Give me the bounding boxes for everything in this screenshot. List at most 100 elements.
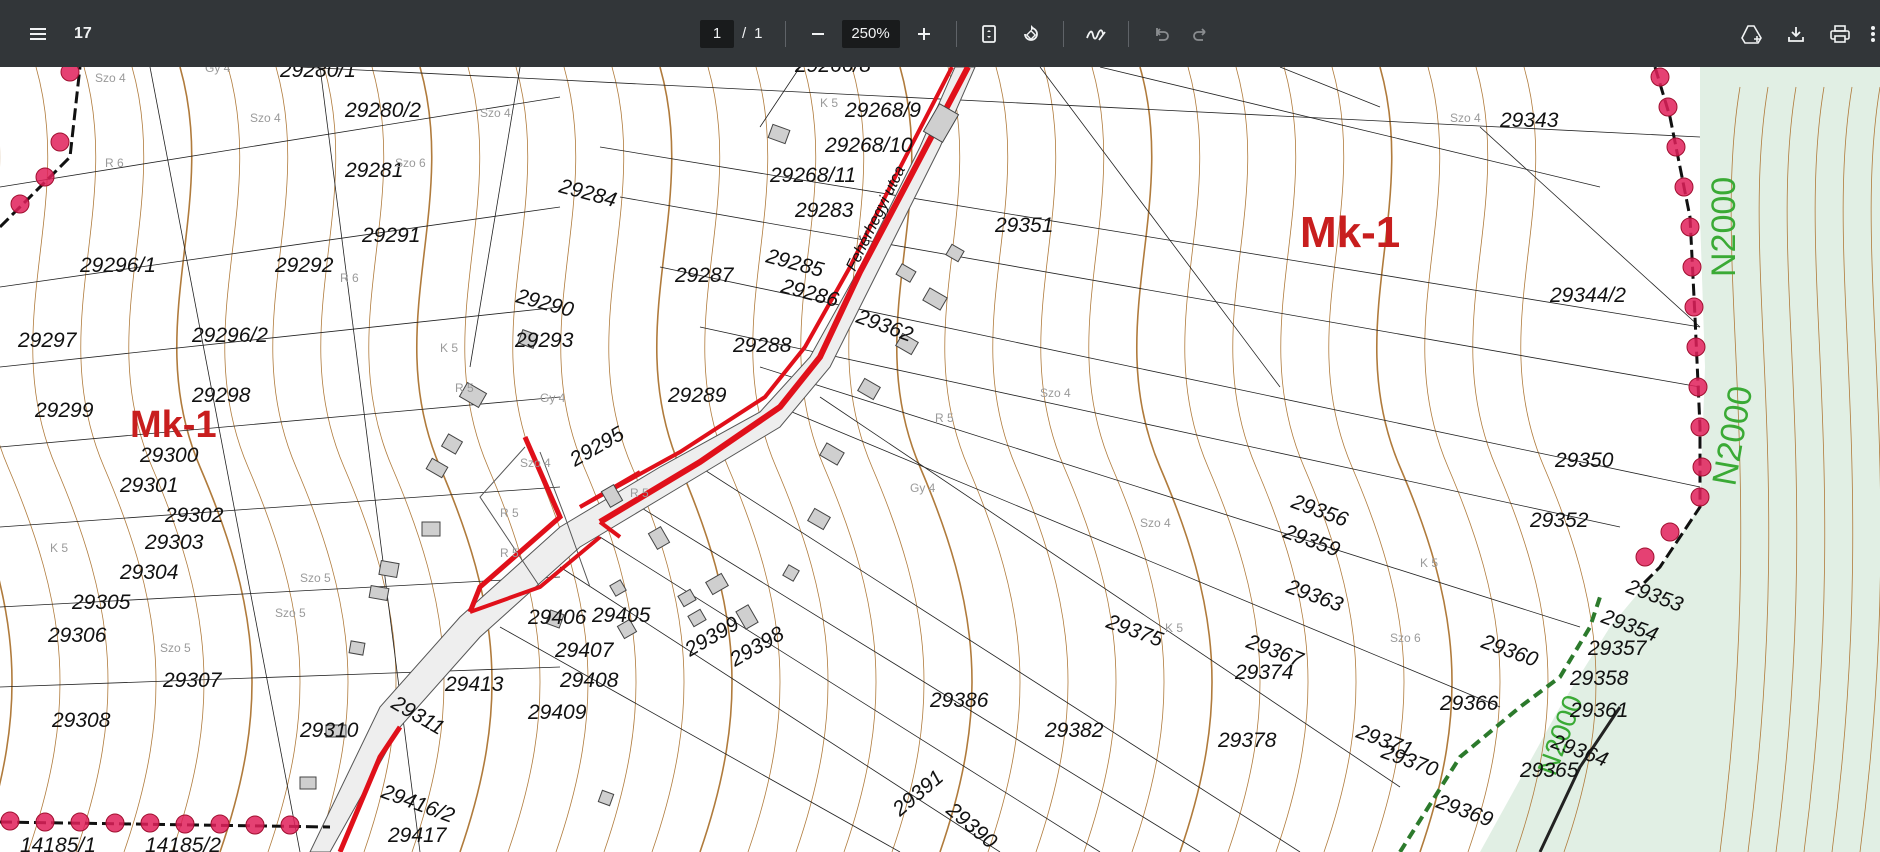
boundary-marker: [1684, 297, 1704, 317]
boundary-marker: [50, 132, 70, 152]
land-use-code: Szo 4: [95, 71, 126, 85]
menu-icon[interactable]: [20, 16, 56, 52]
parcel-label: 29417: [387, 824, 448, 847]
land-use-code: Szo 4: [1140, 516, 1171, 530]
redo-icon[interactable]: [1183, 16, 1219, 52]
land-use-code: Szo 4: [480, 106, 511, 120]
more-vert-icon[interactable]: [1866, 16, 1880, 52]
map-viewport[interactable]: Mk-1 Mk-1 N2000 N2000 N2000 Fehérhegyi u…: [0, 67, 1880, 852]
minus-icon[interactable]: [800, 16, 836, 52]
building: [299, 776, 317, 790]
parcel-label: 29287: [674, 264, 735, 287]
parcel-label: 29416/2: [377, 780, 457, 828]
land-use-code: R 6: [340, 271, 359, 285]
divider: [784, 20, 786, 47]
parcel-label: 29357: [1587, 637, 1648, 660]
pdf-toolbar: 17 / 1: [0, 0, 1880, 67]
land-use-code: K 5: [1165, 621, 1183, 635]
parcel-label: 29366: [1439, 692, 1499, 715]
parcel-label: 29299: [34, 399, 94, 422]
parcel-label: 29307: [162, 669, 223, 692]
parcel-label: 29296/2: [191, 324, 268, 347]
parcel-label: 29351: [994, 214, 1053, 237]
parcel-label: 29382: [1044, 719, 1104, 742]
parcel-label: 29406: [527, 606, 587, 629]
rotate-icon[interactable]: [1013, 16, 1049, 52]
parcel-label: 29358: [1569, 667, 1629, 690]
download-icon[interactable]: [1778, 16, 1814, 52]
parcel-label: 29268/10: [824, 134, 913, 157]
add-to-drive-icon[interactable]: [1734, 16, 1770, 52]
boundary-marker: [1658, 97, 1678, 117]
parcel-label: 29293: [514, 329, 574, 352]
parcel-label: 29286: [778, 274, 842, 312]
land-use-code: K 5: [440, 341, 458, 355]
parcel-label: 29408: [559, 669, 619, 692]
document-title: 17: [74, 24, 92, 42]
page-separator: /: [742, 25, 747, 42]
building: [677, 588, 697, 608]
parcel-label: 29375: [1102, 610, 1166, 652]
zone-label: Mk-1: [1300, 208, 1400, 257]
boundary-marker: [1660, 522, 1680, 542]
undo-icon[interactable]: [1143, 16, 1179, 52]
parcel-label: 29297: [17, 329, 78, 352]
building: [440, 433, 464, 455]
contour-line: [1472, 67, 1549, 852]
parcel-label: 29268/11: [769, 164, 856, 187]
toolbar-left: 17: [20, 0, 92, 67]
building: [368, 584, 390, 602]
parcel-label: 29405: [591, 604, 651, 627]
parcel-label: 29374: [1234, 661, 1293, 684]
parcel-label: 29362: [852, 305, 916, 347]
boundary-marker: [0, 811, 20, 831]
land-use-code: K 5: [50, 541, 68, 555]
page-number-input[interactable]: [700, 19, 734, 48]
parcel-label: 29390: [941, 798, 1002, 852]
boundary-marker: [70, 812, 90, 832]
boundary-marker: [1650, 67, 1670, 87]
building: [348, 640, 366, 656]
divider: [955, 20, 957, 47]
plus-icon[interactable]: [906, 16, 942, 52]
boundary-marker: [1674, 177, 1694, 197]
parcel-label: 14185/1: [20, 834, 96, 852]
parcel-label: 29363: [1282, 575, 1346, 617]
contour-line: [0, 580, 13, 787]
land-use-code: Szo 5: [300, 571, 331, 585]
fit-page-icon[interactable]: [971, 16, 1007, 52]
land-use-code: Szo 6: [1390, 631, 1421, 645]
boundary-marker: [245, 815, 265, 835]
boundary-marker: [1686, 337, 1706, 357]
boundary-marker: [60, 67, 80, 82]
building: [421, 521, 441, 537]
parcel-label: 29284: [556, 174, 619, 212]
annotate-icon[interactable]: [1078, 16, 1114, 52]
parcel-label: 29292: [274, 254, 334, 277]
parcel-label: 29290: [513, 284, 577, 322]
print-icon[interactable]: [1822, 16, 1858, 52]
land-use-code: R 6: [105, 156, 124, 170]
land-use-code: Szo 4: [520, 456, 551, 470]
zone-label: Mk-1: [130, 404, 217, 446]
building: [857, 377, 881, 401]
parcel-label: 29386: [929, 689, 989, 712]
parcel-label: 29361: [1569, 699, 1628, 722]
parcel-label: 29266/8: [794, 67, 871, 77]
building: [819, 442, 845, 466]
land-use-code: R 5: [455, 381, 474, 395]
boundary-marker: [1690, 487, 1710, 507]
parcel-label: 29303: [144, 531, 204, 554]
contour-line: [1280, 67, 1357, 852]
land-use-code: K 5: [820, 96, 838, 110]
boundary-marker: [35, 167, 55, 187]
parcel-label: 29360: [1477, 630, 1541, 672]
boundary-marker: [10, 194, 30, 214]
parcel-line: [0, 306, 561, 368]
land-use-code: Gy 4: [540, 391, 566, 405]
land-use-code: Szo 6: [395, 156, 426, 170]
parcel-label: 29288: [732, 334, 792, 357]
building: [895, 263, 917, 283]
zoom-input[interactable]: [841, 19, 900, 48]
parcel-label: 29306: [47, 624, 107, 647]
